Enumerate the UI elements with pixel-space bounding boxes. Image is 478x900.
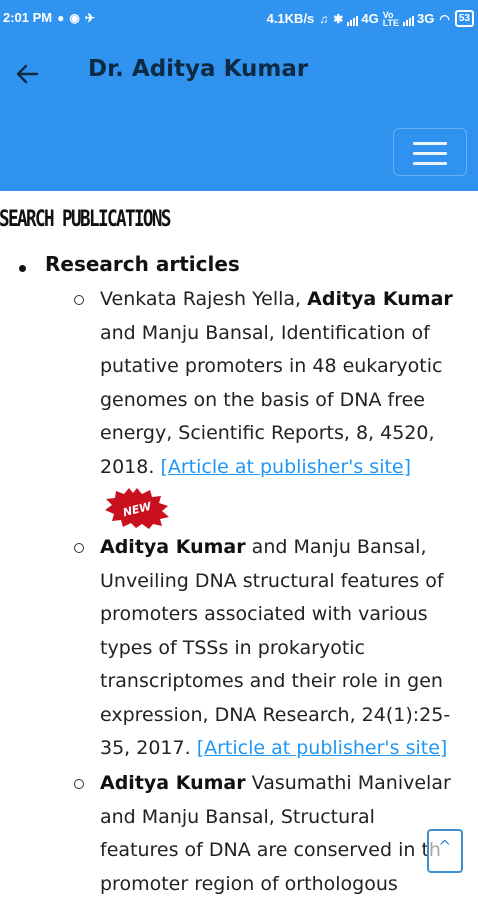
publication-item: Aditya Kumar and Manju Bansal, Unveiling… bbox=[100, 531, 478, 766]
headphones-icon: ♫ bbox=[319, 11, 329, 26]
wifi-icon: ◠ bbox=[439, 11, 450, 26]
scroll-to-top-button[interactable]: ^ bbox=[427, 829, 463, 873]
author-name: Aditya Kumar bbox=[100, 536, 246, 558]
list-bullet bbox=[19, 265, 26, 272]
hamburger-line bbox=[413, 162, 447, 165]
chevron-up-icon: ^ bbox=[438, 837, 452, 856]
publisher-link[interactable]: [Article at publisher's site] bbox=[197, 737, 448, 759]
network-speed: 4.1KB/s bbox=[266, 11, 315, 26]
pub-line: types of TSSs in prokaryotic bbox=[100, 636, 366, 659]
publication-item: Aditya Kumar Vasumathi Manivelar and Man… bbox=[100, 767, 478, 900]
pub-line: 2018. [Article at publisher's site] bbox=[100, 451, 478, 485]
network-type-1: 4G bbox=[361, 11, 379, 26]
signal-icon-2 bbox=[403, 11, 415, 26]
sublist-bullet bbox=[74, 295, 84, 305]
author-name: Aditya Kumar bbox=[307, 288, 453, 310]
pub-line: expression, DNA Research, 24(1):25- bbox=[100, 703, 451, 726]
pub-line: Venkata Rajesh Yella, Aditya Kumar bbox=[100, 283, 478, 317]
app-bar: Dr. Aditya Kumar bbox=[0, 37, 478, 113]
pub-line: features of DNA are conserved in th bbox=[100, 839, 441, 861]
publication-item: Venkata Rajesh Yella, Aditya Kumar and M… bbox=[100, 283, 478, 484]
pub-line: genomes on the basis of DNA free bbox=[100, 388, 425, 411]
pub-line: 35, 2017. [Article at publisher's site] bbox=[100, 732, 478, 766]
chat-notification-icon: ● bbox=[57, 10, 65, 25]
pub-text: Venkata Rajesh Yella, bbox=[100, 288, 308, 310]
airplane-icon: ✈ bbox=[84, 10, 95, 25]
pub-line: Unveiling DNA structural features of bbox=[100, 569, 444, 592]
pub-text: Vasumathi Manivelar bbox=[245, 772, 451, 794]
pub-text: 2018. bbox=[100, 455, 161, 478]
hamburger-line bbox=[413, 152, 447, 155]
site-header bbox=[0, 113, 478, 191]
publisher-link[interactable]: [Article at publisher's site] bbox=[160, 456, 411, 478]
battery-icon: 53 bbox=[454, 10, 474, 27]
wifi-hotspot-icon: ◉ bbox=[69, 10, 80, 25]
pub-line: and Manju Bansal, Identification of bbox=[100, 321, 430, 344]
sublist-bullet bbox=[74, 779, 84, 789]
back-arrow-icon[interactable] bbox=[11, 58, 43, 90]
pub-line: and Manju Bansal, Structural bbox=[100, 805, 375, 828]
status-bar: 2:01 PM ● ◉ ✈ 4.1KB/s ♫ ✱ 4G Vo LTE 3G ◠ … bbox=[0, 0, 478, 37]
volte-icon: Vo LTE bbox=[382, 9, 400, 28]
pub-line: Aditya Kumar and Manju Bansal, bbox=[100, 531, 478, 565]
pub-text: and Manju Bansal, bbox=[245, 536, 427, 558]
pub-line: transcriptomes and their role in gen bbox=[100, 670, 443, 692]
hamburger-icon bbox=[413, 142, 447, 145]
pub-line: promoter region of orthologous bbox=[100, 872, 398, 895]
menu-toggle-button[interactable] bbox=[393, 128, 467, 176]
page-title: Dr. Aditya Kumar bbox=[88, 56, 309, 82]
pub-line: putative promoters in 48 eukaryotic bbox=[100, 355, 443, 377]
pub-text: 35, 2017. bbox=[100, 737, 197, 759]
pub-line: Aditya Kumar Vasumathi Manivelar bbox=[100, 767, 478, 801]
bluetooth-icon: ✱ bbox=[333, 11, 344, 26]
page-content: ESEARCH PUBLICATIONS Research articles V… bbox=[0, 191, 478, 900]
list-label: Research articles bbox=[45, 252, 240, 276]
signal-icon bbox=[347, 11, 359, 26]
author-name: Aditya Kumar bbox=[100, 772, 246, 794]
section-heading: ESEARCH PUBLICATIONS bbox=[0, 207, 172, 232]
status-time: 2:01 PM bbox=[3, 10, 53, 25]
pub-line: promoters associated with various bbox=[100, 603, 428, 625]
network-type-2: 3G bbox=[417, 11, 435, 26]
sublist-bullet bbox=[74, 543, 84, 553]
pub-line: energy, Scientific Reports, 8, 4520, bbox=[100, 422, 435, 444]
new-badge-icon: NEW bbox=[105, 488, 169, 529]
